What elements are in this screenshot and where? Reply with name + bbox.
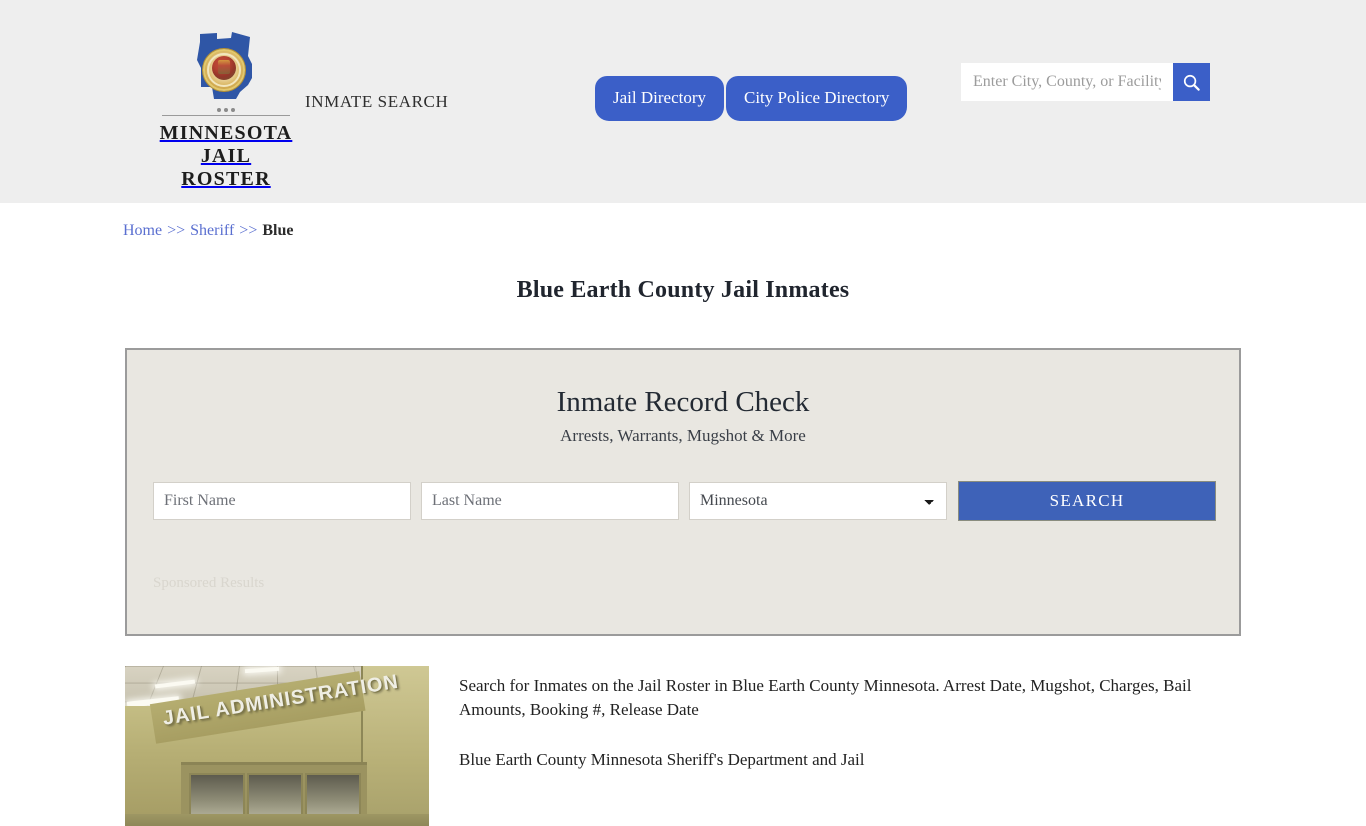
page-title: Blue Earth County Jail Inmates (123, 277, 1243, 304)
primary-nav: Jail Directory City Police Directory (595, 76, 907, 121)
nav-city-police-directory[interactable]: City Police Directory (726, 76, 907, 121)
header-search (961, 63, 1210, 101)
state-select[interactable]: Minnesota (689, 482, 947, 520)
logo-text-line1: MINNESOTA (156, 122, 296, 145)
sponsored-results-label: Sponsored Results (153, 575, 1239, 592)
content-row: JAIL ADMINISTRATION Search for Inmates o… (123, 666, 1243, 826)
site-header: MINNESOTA JAIL ROSTER INMATE SEARCH Jail… (0, 0, 1366, 203)
content-paragraph-1: Search for Inmates on the Jail Roster in… (459, 674, 1243, 722)
breadcrumb: Home >> Sheriff >> Blue (123, 203, 1243, 240)
breadcrumb-separator: >> (167, 222, 185, 239)
breadcrumb-separator: >> (239, 222, 257, 239)
state-seal-icon (203, 49, 245, 91)
content-paragraph-2: Blue Earth County Minnesota Sheriff's De… (459, 748, 1243, 772)
record-check-search-button[interactable]: SEARCH (958, 481, 1216, 521)
header-search-button[interactable] (1173, 63, 1210, 101)
record-check-form: Minnesota SEARCH (153, 481, 1239, 521)
nav-jail-directory[interactable]: Jail Directory (595, 76, 724, 121)
site-logo[interactable]: MINNESOTA JAIL ROSTER (156, 30, 296, 191)
inmate-record-check-panel: Inmate Record Check Arrests, Warrants, M… (125, 348, 1241, 636)
record-check-subtitle: Arrests, Warrants, Mugshot & More (127, 426, 1239, 446)
breadcrumb-item-home[interactable]: Home (123, 222, 162, 239)
logo-text-line2: JAIL ROSTER (156, 145, 296, 191)
site-tagline: INMATE SEARCH (305, 92, 448, 112)
page-content: Home >> Sheriff >> Blue Blue Earth County Ja… (123, 203, 1243, 826)
first-name-input[interactable] (153, 482, 411, 520)
record-check-title: Inmate Record Check (127, 387, 1239, 419)
logo-divider (162, 115, 290, 116)
header-search-input[interactable] (961, 63, 1173, 101)
logo-dots-decoration (200, 108, 252, 112)
last-name-input[interactable] (421, 482, 679, 520)
content-text: Search for Inmates on the Jail Roster in… (459, 666, 1243, 826)
jail-administration-photo: JAIL ADMINISTRATION (125, 666, 429, 826)
breadcrumb-item-sheriff[interactable]: Sheriff (190, 222, 234, 239)
minnesota-state-seal-icon (190, 30, 262, 106)
search-icon (1182, 73, 1201, 92)
breadcrumb-item-current: Blue (262, 222, 293, 239)
header-inner: MINNESOTA JAIL ROSTER INMATE SEARCH Jail… (123, 0, 1243, 203)
